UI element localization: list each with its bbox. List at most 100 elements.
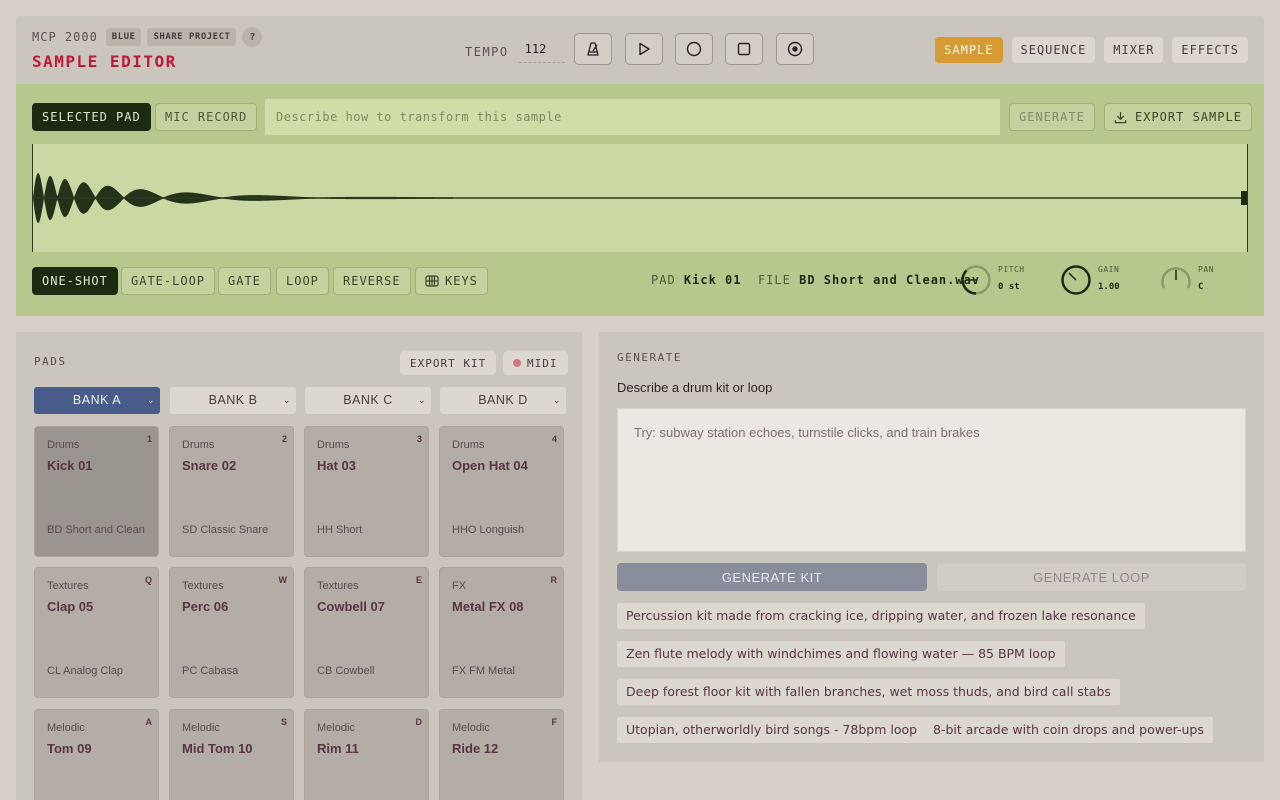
help-button[interactable]: ? xyxy=(242,27,263,47)
pad-file: CL Analog Clap xyxy=(47,665,124,677)
pad-key: A xyxy=(145,717,153,727)
tempo-input[interactable] xyxy=(518,40,565,63)
bank-a-select[interactable]: BANK A ⌄ xyxy=(34,387,160,414)
record-button[interactable] xyxy=(675,33,713,65)
export-kit-button[interactable]: EXPORT KIT xyxy=(400,351,497,375)
mode-reverse[interactable]: REVERSE xyxy=(333,267,411,295)
tab-sample[interactable]: SAMPLE xyxy=(935,37,1003,63)
tab-mixer[interactable]: MIXER xyxy=(1104,37,1164,63)
midi-button[interactable]: MIDI xyxy=(503,351,568,375)
gain-knob[interactable]: GAIN 1.00 xyxy=(1060,264,1150,300)
pad-label: PAD xyxy=(651,273,676,287)
export-sample-button[interactable]: EXPORT SAMPLE xyxy=(1104,103,1252,131)
keys-button[interactable]: KEYS xyxy=(415,267,488,295)
kit-prompt-textarea[interactable] xyxy=(617,408,1246,552)
pad-name: Tom 09 xyxy=(47,741,92,756)
pad-hat-03[interactable]: Drums Hat 03 3 HH Short xyxy=(304,426,429,557)
generate-sample-button[interactable]: GENERATE xyxy=(1009,103,1095,131)
pad-snare-02[interactable]: Drums Snare 02 2 SD Classic Snare xyxy=(169,426,294,557)
pad-clap-05[interactable]: Textures Clap 05 Q CL Analog Clap xyxy=(34,567,159,698)
stop-button[interactable] xyxy=(725,33,763,65)
pad-key: F xyxy=(551,717,558,727)
pad-category: Melodic xyxy=(182,722,220,734)
pad-file: SD Classic Snare xyxy=(182,524,269,536)
pad-kick-01[interactable]: Drums Kick 01 1 BD Short and Clean xyxy=(34,426,159,557)
page-title: SAMPLE EDITOR xyxy=(32,52,177,71)
gain-label: GAIN xyxy=(1098,265,1120,274)
tab-effects[interactable]: EFFECTS xyxy=(1172,37,1248,63)
transform-prompt-input[interactable] xyxy=(265,99,1000,135)
generate-panel: GENERATE Describe a drum kit or loop GEN… xyxy=(599,332,1264,762)
theme-chip[interactable]: BLUE xyxy=(105,28,142,46)
suggestion-chip[interactable]: Deep forest floor kit with fallen branch… xyxy=(617,679,1120,705)
pad-file: FX FM Metal xyxy=(452,665,515,677)
mode-gate[interactable]: GATE xyxy=(218,267,271,295)
generate-kit-button[interactable]: GENERATE KIT xyxy=(617,563,927,591)
generate-loop-button[interactable]: GENERATE LOOP xyxy=(937,563,1246,591)
suggestion-chip[interactable]: Zen flute melody with windchimes and flo… xyxy=(617,641,1065,667)
pad-metal-fx-08[interactable]: FX Metal FX 08 R FX FM Metal xyxy=(439,567,564,698)
pad-key: W xyxy=(278,575,288,585)
play-button[interactable] xyxy=(625,33,663,65)
pad-name: Cowbell 07 xyxy=(317,599,385,614)
share-project-button[interactable]: SHARE PROJECT xyxy=(147,28,237,46)
record-icon xyxy=(686,41,702,57)
pad-cowbell-07[interactable]: Textures Cowbell 07 E CB Cowbell xyxy=(304,567,429,698)
pad-name: Perc 06 xyxy=(182,599,229,614)
mode-loop[interactable]: LOOP xyxy=(276,267,329,295)
main-tabs: SAMPLE SEQUENCE MIXER EFFECTS xyxy=(935,37,1248,63)
pitch-knob[interactable]: PITCH 0 st xyxy=(960,264,1050,300)
pad-tom-09[interactable]: Melodic Tom 09 A xyxy=(34,709,159,800)
selected-pad-button[interactable]: SELECTED PAD xyxy=(32,103,151,131)
pad-name: Hat 03 xyxy=(317,458,357,473)
pad-open-hat-04[interactable]: Drums Open Hat 04 4 HHO Longuish xyxy=(439,426,564,557)
mic-record-button[interactable]: MIC RECORD xyxy=(155,103,258,131)
pad-ride-12[interactable]: Melodic Ride 12 F xyxy=(439,709,564,800)
top-bar: MCP 2000 BLUE SHARE PROJECT ? SAMPLE EDI… xyxy=(16,16,1264,84)
pad-name: Clap 05 xyxy=(47,599,94,614)
mode-gate-loop[interactable]: GATE-LOOP xyxy=(121,267,216,295)
metronome-button[interactable] xyxy=(574,33,612,65)
suggestion-chip[interactable]: 8-bit arcade with coin drops and power-u… xyxy=(924,717,1213,743)
loop-record-button[interactable] xyxy=(776,33,814,65)
export-sample-label: EXPORT SAMPLE xyxy=(1135,110,1242,124)
midi-label: MIDI xyxy=(527,356,558,370)
bank-b-label: BANK B xyxy=(208,393,258,407)
pan-knob[interactable]: PAN C xyxy=(1160,264,1250,300)
generate-label: GENERATE xyxy=(617,351,682,364)
bank-d-select[interactable]: BANK D ⌄ xyxy=(440,387,566,414)
pan-label: PAN xyxy=(1198,265,1214,274)
mode-one-shot[interactable]: ONE-SHOT xyxy=(32,267,118,295)
tempo-label: TEMPO xyxy=(465,44,509,59)
gain-knob-dial xyxy=(1061,265,1091,295)
pad-mid-tom-10[interactable]: Melodic Mid Tom 10 S xyxy=(169,709,294,800)
tab-sequence[interactable]: SEQUENCE xyxy=(1011,37,1096,63)
pad-category: Melodic xyxy=(47,722,85,734)
brand-name: MCP 2000 xyxy=(32,30,98,44)
pad-category: Textures xyxy=(182,580,224,592)
pads-label: PADS xyxy=(34,355,67,368)
suggestion-chip[interactable]: Percussion kit made from cracking ice, d… xyxy=(617,603,1145,629)
pads-panel: PADS EXPORT KIT MIDI BANK A ⌄ BANK B ⌄ BAN… xyxy=(16,332,582,800)
waveform-display[interactable] xyxy=(32,144,1248,252)
bank-c-select[interactable]: BANK C ⌄ xyxy=(305,387,431,414)
pad-perc-06[interactable]: Textures Perc 06 W PC Cabasa xyxy=(169,567,294,698)
pad-category: FX xyxy=(452,580,467,592)
pad-file: HHO Longuish xyxy=(452,524,525,536)
suggestion-chip[interactable]: Utopian, otherworldly bird songs - 78bpm… xyxy=(617,717,927,743)
pad-name: Open Hat 04 xyxy=(452,458,528,473)
pad-key: 4 xyxy=(551,434,557,444)
brand-row: MCP 2000 BLUE SHARE PROJECT ? xyxy=(32,27,263,47)
pad-key: R xyxy=(550,575,558,585)
pad-category: Drums xyxy=(47,439,80,451)
pad-key: E xyxy=(415,575,422,585)
pad-file: PC Cabasa xyxy=(182,665,239,677)
end-marker-handle[interactable] xyxy=(1241,191,1247,205)
chevron-down-icon: ⌄ xyxy=(552,395,561,405)
keys-label: KEYS xyxy=(445,274,478,288)
pad-category: Drums xyxy=(182,439,215,451)
bank-b-select[interactable]: BANK B ⌄ xyxy=(170,387,296,414)
bank-d-label: BANK D xyxy=(478,393,528,407)
pad-category: Drums xyxy=(317,439,350,451)
pad-rim-11[interactable]: Melodic Rim 11 D xyxy=(304,709,429,800)
